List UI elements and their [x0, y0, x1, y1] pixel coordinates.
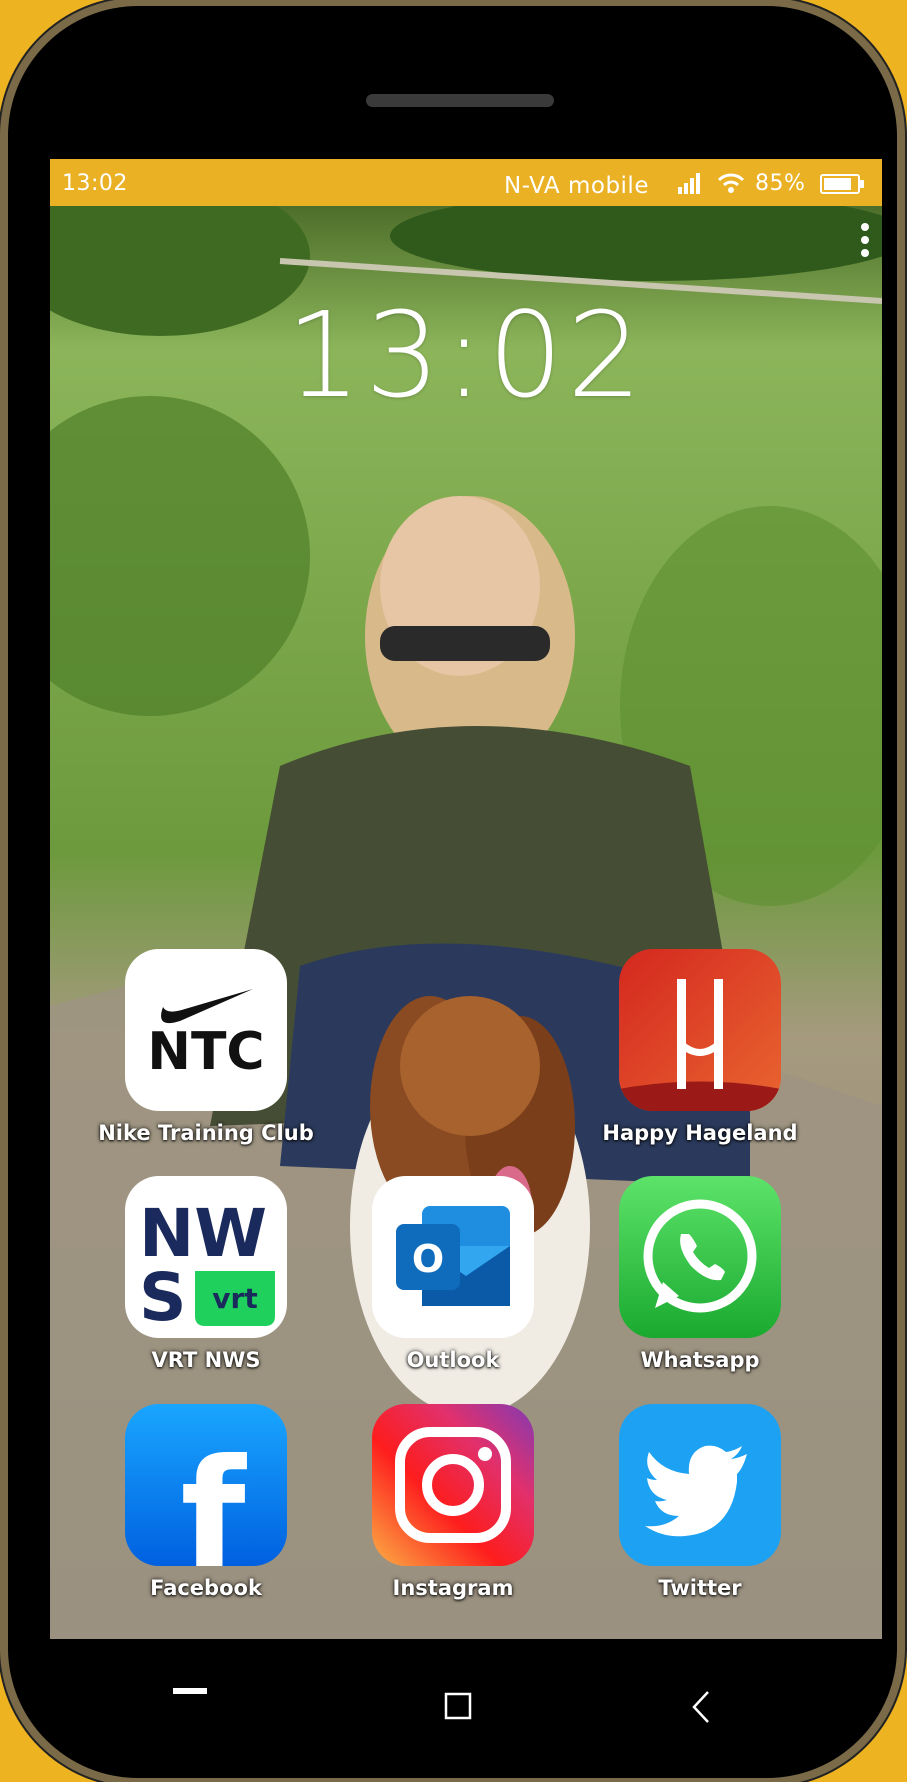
app-facebook[interactable]: f Facebook [96, 1404, 316, 1600]
ntc-logo-text: NTC [147, 1022, 264, 1082]
facebook-icon[interactable]: f [125, 1404, 287, 1566]
lockscreen-clock: 13:02 [285, 286, 647, 424]
status-bar: 13:02 N-VA mobile 85% [50, 159, 882, 206]
carrier-name: N-VA mobile [504, 173, 649, 199]
instagram-icon[interactable] [372, 1404, 534, 1566]
vrt-badge: vrt [212, 1282, 257, 1315]
app-label: Twitter [658, 1576, 742, 1600]
app-twitter[interactable]: Twitter [590, 1404, 810, 1600]
outlook-icon[interactable]: O [372, 1176, 534, 1338]
navigation-bar [50, 1639, 882, 1749]
app-vrt-nws[interactable]: NW S vrt VRT NWS [96, 1176, 316, 1372]
app-label: Outlook [406, 1348, 500, 1372]
earpiece-speaker [366, 94, 554, 107]
overflow-menu-icon[interactable] [860, 222, 870, 258]
vrt-nws-logo-bottom: S [139, 1259, 187, 1336]
app-label: VRT NWS [151, 1348, 261, 1372]
battery-icon [820, 174, 864, 194]
facebook-logo-text: f [180, 1428, 247, 1566]
app-outlook[interactable]: O Outlook [343, 1176, 563, 1372]
app-happy-hageland[interactable]: Happy Hageland [590, 949, 810, 1145]
vrt-nws-icon[interactable]: NW S vrt [125, 1176, 287, 1338]
whatsapp-icon[interactable] [619, 1176, 781, 1338]
wifi-icon [717, 173, 745, 193]
signal-icon [678, 173, 700, 194]
phone-frame: 13:02 N-VA mobile 85% 13:02 NTC Nike Tra… [8, 6, 897, 1778]
app-instagram[interactable]: Instagram [343, 1404, 563, 1600]
twitter-icon[interactable] [619, 1404, 781, 1566]
phone-screen: 13:02 N-VA mobile 85% 13:02 NTC Nike Tra… [50, 159, 882, 1639]
happy-hageland-icon[interactable] [619, 949, 781, 1111]
home-icon[interactable] [444, 1692, 472, 1720]
back-icon[interactable] [690, 1689, 714, 1725]
app-label: Nike Training Club [98, 1121, 314, 1145]
lockscreen-wallpaper: 13:02 NTC Nike Training Club Happy Hagel… [50, 206, 882, 1639]
status-time: 13:02 [62, 171, 128, 196]
app-label: Instagram [392, 1576, 514, 1600]
recent-apps-icon[interactable] [173, 1688, 207, 1694]
app-label: Whatsapp [640, 1348, 760, 1372]
battery-percent: 85% [755, 171, 806, 196]
nike-ntc-icon[interactable]: NTC [125, 949, 287, 1111]
outlook-logo-text: O [412, 1237, 444, 1281]
app-label: Facebook [150, 1576, 262, 1600]
app-whatsapp[interactable]: Whatsapp [590, 1176, 810, 1372]
app-nike-training-club[interactable]: NTC Nike Training Club [96, 949, 316, 1145]
app-label: Happy Hageland [602, 1121, 798, 1145]
